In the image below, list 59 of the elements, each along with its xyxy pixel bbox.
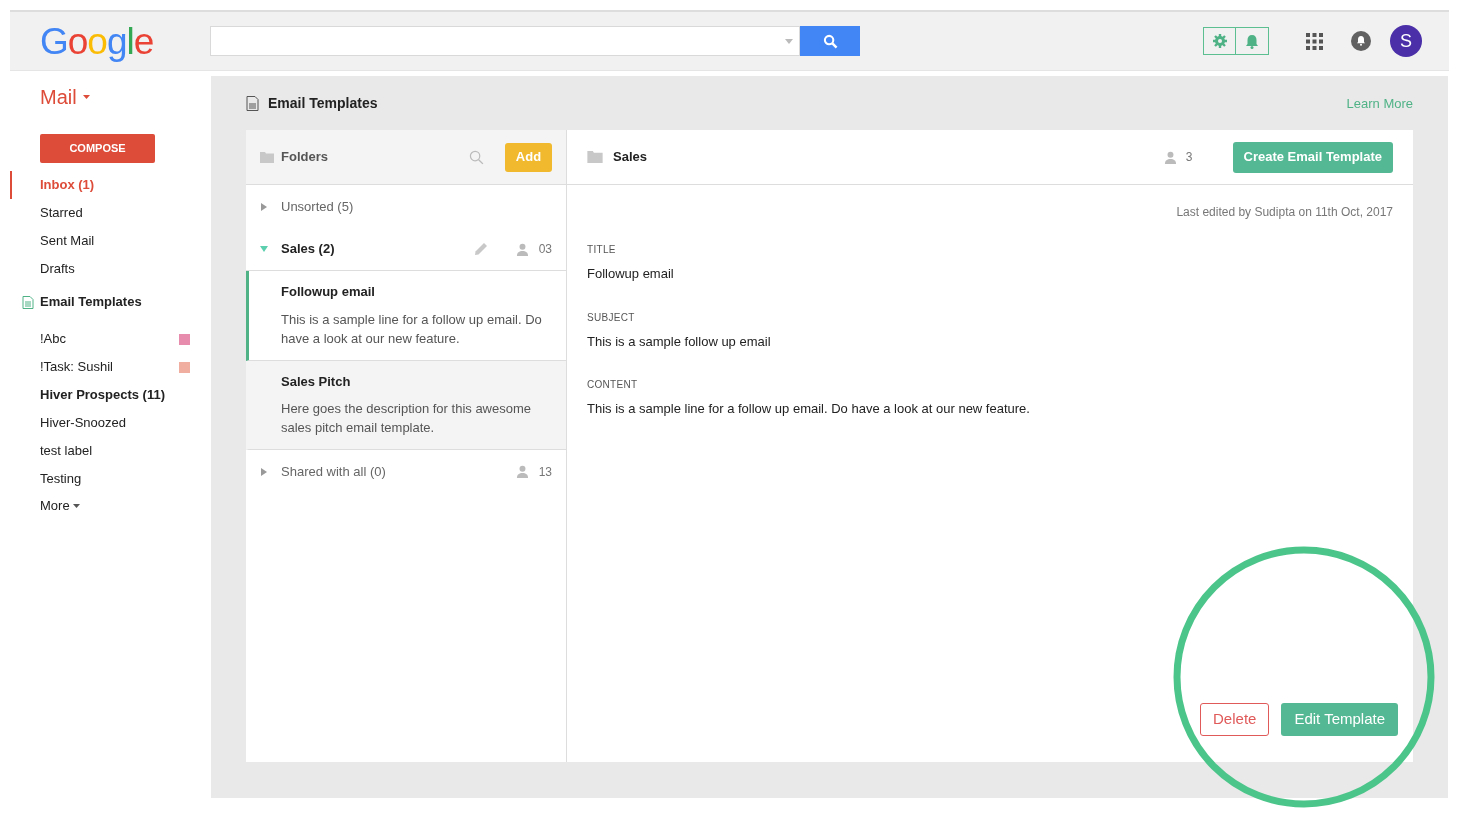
template-item[interactable]: Sales Pitch Here goes the description for this awesome sales pitch email template. [246, 360, 566, 450]
folder-item[interactable]: Shared with all (0) [281, 461, 386, 482]
more-menu[interactable]: More [40, 493, 80, 519]
dropdown-caret-icon[interactable] [785, 38, 793, 44]
person-icon [1163, 150, 1177, 164]
search-button[interactable] [800, 26, 860, 56]
caret-icon [82, 95, 90, 99]
field-label: SUBJECT [587, 310, 636, 325]
search-icon [822, 33, 838, 49]
member-count: 03 [538, 241, 552, 258]
sidebar-item[interactable]: Sent Mail [10, 227, 211, 255]
page-title: Email Templates [268, 93, 378, 113]
search-icon[interactable] [469, 149, 484, 165]
field-value: This is a sample line for a follow up email. Do have a look at our new feature. [587, 400, 1031, 418]
document-icon [22, 295, 34, 309]
folder-icon [260, 151, 274, 163]
template-item[interactable]: Followup email This is a sample line for a follow up email. Do have a look at our new feature. [246, 271, 566, 361]
folders-title: Folders [281, 148, 328, 167]
label-item[interactable]: Testing [40, 469, 82, 489]
member-count: 3 [1185, 149, 1193, 166]
bell-icon [1245, 33, 1259, 49]
apps-grid-icon[interactable] [1306, 32, 1323, 50]
sidebar-item[interactable]: Starred [10, 199, 211, 227]
label-item[interactable]: Hiver-Snoozed [40, 413, 126, 433]
folder-item[interactable]: Unsorted (5) [281, 196, 354, 217]
template-title: Followup email [281, 283, 376, 301]
email-templates-link[interactable]: Email Templates [40, 292, 142, 312]
document-icon [246, 95, 259, 111]
template-description: This is a sample line for a follow up email. Do have a look at our new feature. [281, 310, 543, 348]
label-item[interactable]: !Abc [40, 329, 66, 349]
folder-title: Sales [613, 148, 647, 167]
field-label: TITLE [587, 243, 617, 257]
label-item[interactable]: test label [40, 441, 93, 461]
collapsed-arrow-icon[interactable] [260, 202, 268, 211]
mail-menu[interactable]: Mail [40, 82, 90, 112]
sidebar-item[interactable]: Drafts [10, 255, 211, 283]
delete-button[interactable]: Delete [1200, 703, 1270, 736]
notifications-icon[interactable] [1351, 31, 1371, 51]
person-icon [515, 465, 529, 478]
member-count: 13 [538, 463, 552, 481]
field-label: CONTENT [587, 378, 639, 392]
compose-button[interactable]: COMPOSE [40, 134, 155, 163]
folder-icon [587, 151, 603, 163]
field-value: This is a sample follow up email [587, 332, 772, 351]
caret-icon [72, 504, 80, 508]
avatar[interactable]: S [1390, 25, 1422, 57]
field-value: Followup email [587, 265, 675, 283]
collapsed-arrow-icon[interactable] [260, 467, 268, 476]
template-description: Here goes the description for this awesome sales pitch email template. [281, 400, 532, 437]
template-title: Sales Pitch [281, 372, 352, 391]
search-field[interactable] [210, 26, 800, 56]
person-icon [515, 242, 529, 256]
pencil-icon[interactable] [473, 242, 488, 256]
folder-item[interactable]: Sales (2) [281, 239, 335, 259]
label-item[interactable]: !Task: Sushil [40, 357, 113, 377]
settings-icon [1211, 33, 1228, 49]
label-item[interactable]: Hiver Prospects (11) [40, 385, 165, 405]
expanded-arrow-icon[interactable] [260, 245, 268, 253]
last-edited-text: Last edited by Sudipta on 11th Oct, 2017 [1176, 204, 1393, 221]
